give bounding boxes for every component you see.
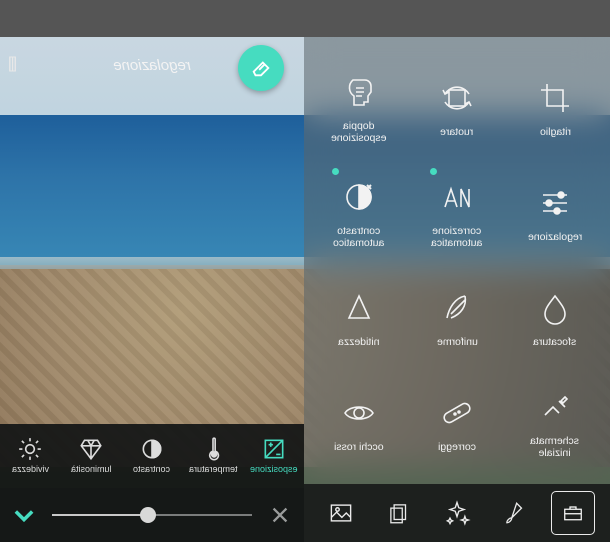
eye-icon [339, 393, 379, 433]
status-dot [430, 168, 437, 175]
tool-label: ritaglio [540, 126, 571, 138]
toolbox-icon [561, 501, 585, 525]
tab-contrasto[interactable]: contrasto [122, 424, 183, 488]
autofix-icon [437, 177, 477, 217]
brush-icon [502, 500, 528, 526]
tool-label: correggi [438, 441, 476, 453]
tab-label: contrasto [133, 464, 170, 474]
tool-nitidezza[interactable]: nitidezza [310, 266, 408, 371]
tab-vividezza[interactable]: vividezza [0, 424, 61, 488]
cancel-button[interactable] [256, 504, 304, 526]
sliders-icon [535, 183, 575, 223]
tool-correzione-automatica[interactable]: correzione automatica [408, 160, 506, 265]
splash-icon [535, 387, 575, 427]
sparkle-icon [443, 499, 471, 527]
tool-schermata-iniziale[interactable]: schermata iniziale [506, 371, 604, 476]
accept-button[interactable] [0, 501, 48, 529]
tab-esposizione[interactable]: esposizione [243, 424, 304, 488]
tool-label: ruotare [440, 126, 473, 138]
feather-icon [437, 288, 477, 328]
tab-luminosita[interactable]: luminosità [61, 424, 122, 488]
nav-toolbox[interactable] [551, 491, 595, 535]
rotate-icon [437, 78, 477, 118]
tool-regolazione[interactable]: regolazione [506, 160, 604, 265]
tool-label: correzione automatica [431, 225, 482, 249]
head-icon [339, 72, 379, 112]
tool-label: nitidezza [338, 336, 379, 348]
tool-overlay: doppia esposizione ruotare ritaglio cont… [304, 37, 610, 542]
bandage-icon [437, 393, 477, 433]
nav-effects[interactable] [435, 491, 479, 535]
bottom-nav [304, 484, 610, 542]
halfcircle-icon [139, 439, 165, 459]
nav-brush[interactable] [493, 491, 537, 535]
slider-bar [0, 488, 304, 542]
nav-image[interactable] [319, 491, 363, 535]
statusbar [0, 0, 610, 37]
tab-label: vividezza [12, 464, 49, 474]
status-dot [332, 168, 339, 175]
tool-ruotare[interactable]: ruotare [408, 55, 506, 160]
tool-occhi-rossi[interactable]: occhi rossi [310, 371, 408, 476]
adjustment-slider[interactable] [52, 514, 252, 516]
crop-icon [535, 78, 575, 118]
tool-sfocatura[interactable]: sfocatura [506, 266, 604, 371]
editor-panel: [|] regolazione vividezza luminosità con [0, 37, 304, 542]
tool-label: regolazione [528, 231, 582, 243]
sun-icon [17, 439, 43, 459]
tool-label: occhi rossi [334, 441, 384, 453]
diamond-icon [78, 439, 104, 459]
workspace: [|] regolazione vividezza luminosità con [0, 37, 610, 542]
exposure-icon [261, 439, 287, 459]
tool-label: contrasto automatico [333, 225, 384, 249]
tab-temperatura[interactable]: temperatura [182, 424, 243, 488]
app-root: [|] regolazione vividezza luminosità con [0, 0, 610, 542]
chevron-down-icon [10, 501, 38, 529]
eraser-icon [250, 57, 272, 79]
tab-label: temperatura [189, 464, 238, 474]
tool-doppia-esposizione[interactable]: doppia esposizione [310, 55, 408, 160]
drop-icon [535, 288, 575, 328]
autocontrast-icon [339, 177, 379, 217]
tool-grid: doppia esposizione ruotare ritaglio cont… [304, 37, 610, 484]
tool-contrasto-automatico[interactable]: contrasto automatico [310, 160, 408, 265]
tool-ritaglio[interactable]: ritaglio [506, 55, 604, 160]
nav-layers[interactable] [377, 491, 421, 535]
tool-correggi[interactable]: correggi [408, 371, 506, 476]
tab-label: esposizione [250, 464, 298, 474]
close-icon [269, 504, 291, 526]
tool-label: schermata iniziale [530, 435, 579, 459]
tool-label: doppia esposizione [331, 120, 386, 144]
sharpen-icon [339, 288, 379, 328]
tab-label: luminosità [71, 464, 112, 474]
eraser-button[interactable] [238, 45, 284, 91]
image-icon [327, 499, 355, 527]
editor-header: [|] regolazione [0, 41, 304, 87]
adjustment-tabs: vividezza luminosità contrasto temperatu… [0, 424, 304, 488]
tool-label: uniforme [437, 336, 478, 348]
tool-label: sfocatura [533, 336, 576, 348]
thermometer-icon [200, 439, 226, 459]
tool-uniforme[interactable]: uniforme [408, 266, 506, 371]
slider-thumb[interactable] [140, 507, 156, 523]
layers-icon [386, 500, 412, 526]
